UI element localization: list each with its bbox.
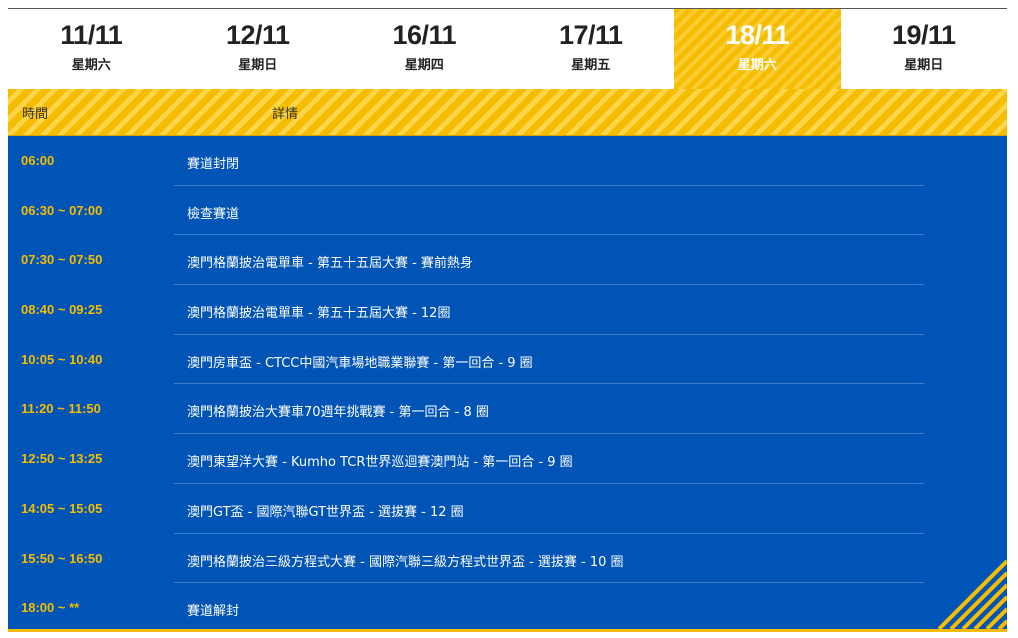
tab-date[interactable]: 16/11 星期四 bbox=[341, 9, 508, 89]
tab-date[interactable]: 12/11 星期日 bbox=[175, 9, 342, 89]
tab-date-label: 11/11 bbox=[60, 20, 123, 50]
row-time: 12:50 ~ 13:25 bbox=[21, 451, 103, 467]
schedule-row: 06:00 賽道封閉 bbox=[8, 136, 1007, 186]
row-time: 11:20 ~ 11:50 bbox=[21, 401, 101, 417]
row-event: 澳門格蘭披治電單車 - 第五十五屆大賽 - 12圈 bbox=[187, 306, 451, 322]
schedule-row: 10:05 ~ 10:40 澳門房車盃 - CTCC中國汽車場地職業聯賽 - 第… bbox=[8, 335, 1007, 385]
tab-weekday-label: 星期日 bbox=[904, 58, 944, 73]
row-event: 澳門房車盃 - CTCC中國汽車場地職業聯賽 - 第一回合 - 9 圈 bbox=[187, 355, 533, 371]
tab-date[interactable]: 11/11 星期六 bbox=[8, 9, 175, 89]
row-time: 08:40 ~ 09:25 bbox=[21, 302, 103, 318]
schedule-row: 11:20 ~ 11:50 澳門格蘭披治大賽車70週年挑戰賽 - 第一回合 - … bbox=[8, 384, 1007, 435]
time-column-header: 時間 bbox=[22, 107, 49, 122]
tab-date-label: 18/11 bbox=[725, 20, 790, 50]
schedule-row: 07:30 ~ 07:50 澳門格蘭披治電單車 - 第五十五屆大賽 - 賽前熱身 bbox=[8, 235, 1007, 286]
tab-date-active[interactable]: 18/11 星期六 bbox=[674, 9, 841, 89]
row-time: 06:30 ~ 07:00 bbox=[21, 202, 103, 218]
tab-weekday-label: 星期六 bbox=[737, 58, 777, 73]
tab-weekday-label: 星期日 bbox=[238, 58, 278, 73]
schedule-row: 12:50 ~ 13:25 澳門東望洋大賽 - Kumho TCR世界巡迴賽澳門… bbox=[8, 434, 1007, 484]
row-time: 15:50 ~ 16:50 bbox=[21, 550, 103, 566]
row-event: 檢查賽道 bbox=[187, 206, 240, 222]
tab-date-label: 16/11 bbox=[392, 20, 457, 50]
row-event: 澳門GT盃 - 國際汽聯GT世界盃 - 選拔賽 - 12 圈 bbox=[187, 504, 464, 520]
schedule-row: 06:30 ~ 07:00 檢查賽道 bbox=[8, 186, 1007, 236]
row-event: 賽道封閉 bbox=[187, 157, 240, 172]
tab-date-label: 12/11 bbox=[225, 20, 290, 50]
schedule-row: 15:50 ~ 16:50 澳門格蘭披治三級方程式大賽 - 國際汽聯三級方程式世… bbox=[8, 534, 1007, 584]
detail-column-header: 詳情 bbox=[272, 107, 299, 122]
row-time: 14:05 ~ 15:05 bbox=[21, 500, 103, 516]
row-event: 賽道解封 bbox=[187, 604, 240, 620]
date-tabs: 11/11 星期六 12/11 星期日 16/11 星期四 17/11 星期五 … bbox=[8, 8, 1007, 89]
tab-date-label: 17/11 bbox=[558, 20, 623, 50]
row-event: 澳門格蘭披治電單車 - 第五十五屆大賽 - 賽前熱身 bbox=[187, 256, 473, 272]
schedule-row: 18:00 ~ ** 賽道解封 bbox=[8, 583, 1007, 629]
row-time: 07:30 ~ 07:50 bbox=[21, 252, 103, 268]
tab-weekday-label: 星期五 bbox=[571, 58, 611, 73]
tab-date[interactable]: 19/11 星期日 bbox=[841, 9, 1008, 89]
tab-date-label: 19/11 bbox=[891, 20, 956, 50]
schedule-row: 14:05 ~ 15:05 澳門GT盃 - 國際汽聯GT世界盃 - 選拔賽 - … bbox=[8, 484, 1007, 534]
row-event: 澳門東望洋大賽 - Kumho TCR世界巡迴賽澳門站 - 第一回合 - 9 圈 bbox=[187, 455, 573, 471]
row-event: 澳門格蘭披治三級方程式大賽 - 國際汽聯三級方程式世界盃 - 選拔賽 - 10 … bbox=[187, 554, 624, 570]
schedule-list: 06:00 賽道封閉 06:30 ~ 07:00 檢查賽道 07:30 ~ 07… bbox=[8, 136, 1007, 632]
row-time: 10:05 ~ 10:40 bbox=[21, 351, 103, 367]
row-event: 澳門格蘭披治大賽車70週年挑戰賽 - 第一回合 - 8 圈 bbox=[187, 405, 489, 421]
corner-stripes-decoration bbox=[937, 559, 1007, 629]
tab-weekday-label: 星期六 bbox=[71, 58, 111, 73]
tab-date[interactable]: 17/11 星期五 bbox=[508, 9, 675, 89]
row-time: 18:00 ~ ** bbox=[21, 600, 80, 616]
tab-weekday-label: 星期四 bbox=[404, 58, 444, 73]
schedule-row: 08:40 ~ 09:25 澳門格蘭披治電單車 - 第五十五屆大賽 - 12圈 bbox=[8, 285, 1007, 335]
schedule-header: 時間 詳情 bbox=[8, 89, 1007, 136]
row-time: 06:00 bbox=[21, 153, 55, 168]
schedule-widget: 11/11 星期六 12/11 星期日 16/11 星期四 17/11 星期五 … bbox=[8, 8, 1007, 634]
